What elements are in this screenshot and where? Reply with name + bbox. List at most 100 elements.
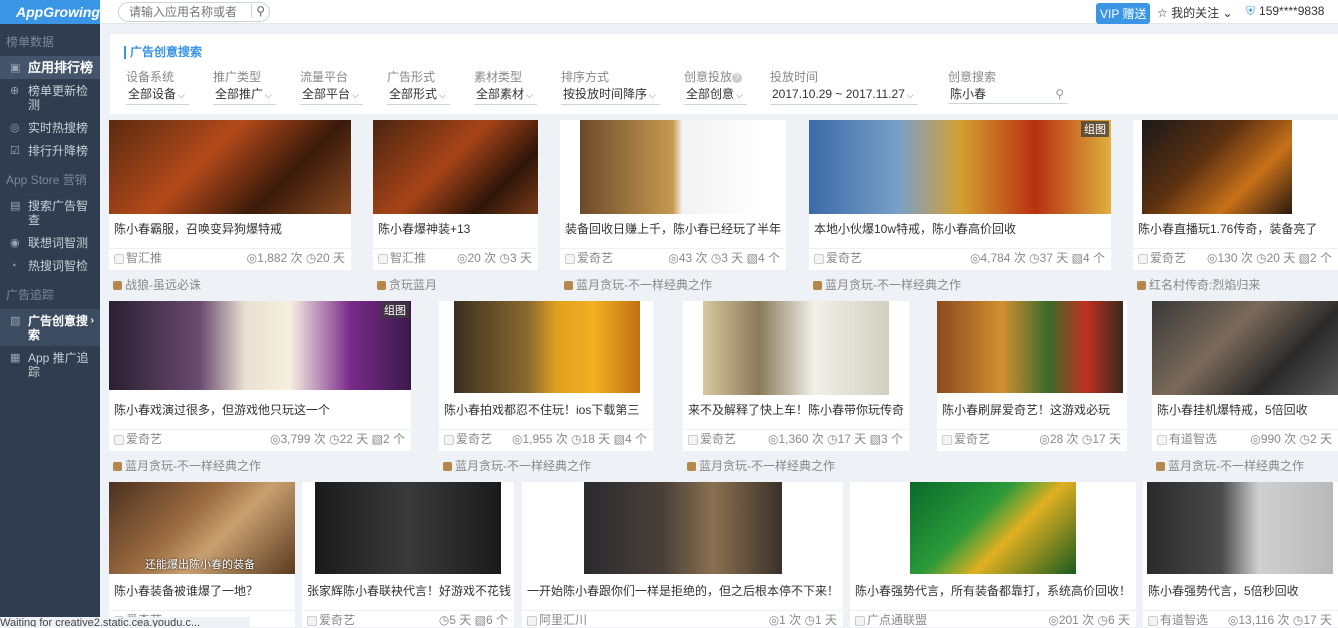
media-name: 广点通联盟 bbox=[867, 613, 928, 627]
select-value: 全部平台 bbox=[302, 87, 351, 101]
ad-caption[interactable]: 装备回收日赚上千，陈小春已经玩了半年 bbox=[560, 220, 786, 237]
sidebar-item-search-ads[interactable]: ▤ 搜索广告智查 bbox=[0, 194, 100, 231]
app-search-input[interactable] bbox=[129, 5, 249, 19]
ad-thumbnail[interactable]: 组图 bbox=[809, 120, 1111, 214]
ad-caption[interactable]: 陈小春霸服，召唤变异狗爆特戒 bbox=[109, 220, 351, 237]
sidebar-item-hot-words[interactable]: ◔ 热搜词智检 bbox=[0, 254, 100, 277]
ad-caption[interactable]: 陈小春强势代言，5倍秒回收 bbox=[1143, 582, 1338, 599]
chevron-right-icon: › bbox=[90, 315, 94, 326]
promo-type-select[interactable]: 全部推广 ⌵ bbox=[213, 86, 276, 105]
ad-card[interactable]: 组图 陈小春戏演过很多，但游戏他只玩这一个 爱奇艺 ◎3,799 次 ◷22 天… bbox=[109, 301, 411, 451]
ad-thumbnail[interactable] bbox=[109, 120, 351, 214]
ad-card[interactable]: 陈小春直播玩1.76传奇，装备亮了 爱奇艺 ◎130 次 ◷20 天 ▧2 个 bbox=[1133, 120, 1338, 270]
grid-icon: ▣ bbox=[10, 62, 21, 74]
ad-thumbnail[interactable] bbox=[1142, 120, 1292, 214]
app-link[interactable]: 蓝月贪玩-不一样经典之作 bbox=[813, 276, 1111, 293]
ad-card[interactable]: 来不及解释了快上车！陈小春带你玩传奇 爱奇艺 ◎1,360 次 ◷17 天 ▧3… bbox=[683, 301, 909, 451]
ad-thumbnail[interactable] bbox=[580, 120, 766, 214]
ad-card[interactable]: 陈小春强势代言，所有装备都靠打，系统高价回收！ 广点通联盟 ◎201 次 ◷6 … bbox=[850, 482, 1136, 627]
ad-caption[interactable]: 陈小春装备被谁爆了一地？ bbox=[109, 582, 295, 599]
sidebar-item-ranking-update[interactable]: ⊕ 榜单更新检测 bbox=[0, 79, 100, 116]
my-follow-menu[interactable]: ☆ 我的关注 ⌄ bbox=[1157, 4, 1233, 21]
ad-card[interactable]: 张家辉陈小春联袂代言！好游戏不花钱 爱奇艺 ◷5 天 ▧6 个 bbox=[302, 482, 514, 627]
sidebar-item-associated-words[interactable]: ◉ 联想词智测 bbox=[0, 231, 100, 254]
date-range-picker[interactable]: 2017.10.29 ~ 2017.11.27 ⌵ bbox=[770, 86, 918, 105]
shield-icon: ⛨ bbox=[1246, 4, 1256, 18]
creative-search-input[interactable]: 陈小春 ⚲ bbox=[948, 86, 1068, 104]
ad-caption[interactable]: 陈小春强势代言，所有装备都靠打，系统高价回收！ bbox=[850, 582, 1136, 599]
search-icon[interactable]: ⚲ bbox=[251, 4, 265, 18]
ad-caption[interactable]: 一开始陈小春跟你们一样是拒绝的，但之后根本停不下来！ bbox=[522, 582, 843, 599]
sidebar-item-rank-change[interactable]: ☑ 排行升降榜 bbox=[0, 139, 100, 162]
ad-caption[interactable]: 陈小春戏演过很多，但游戏他只玩这一个 bbox=[109, 401, 411, 418]
device-select[interactable]: 全部设备 ⌵ bbox=[126, 86, 189, 105]
ad-card[interactable]: 还能爆出陈小春的装备 陈小春装备被谁爆了一地？ 爱奇艺 bbox=[109, 482, 295, 627]
ad-thumbnail[interactable]: 组图 bbox=[109, 301, 411, 390]
ad-thumbnail[interactable] bbox=[584, 482, 782, 574]
ad-thumbnail[interactable] bbox=[315, 482, 501, 574]
ad-thumbnail[interactable] bbox=[373, 120, 538, 214]
app-icon bbox=[113, 462, 122, 471]
app-link[interactable]: 蓝月贪玩-不一样经典之作 bbox=[687, 457, 909, 474]
sidebar-item-label: 榜单更新检测 bbox=[28, 84, 89, 112]
ad-card[interactable]: 一开始陈小春跟你们一样是拒绝的，但之后根本停不下来！ 阿里汇川 ◎1 次 ◷1 … bbox=[522, 482, 843, 627]
ad-card[interactable]: 陈小春霸服，召唤变异狗爆特戒 智汇推 ◎1,882 次 ◷20 天 bbox=[109, 120, 351, 270]
ad-caption[interactable]: 本地小伙爆10w特戒，陈小春高价回收 bbox=[809, 220, 1111, 237]
search-value: 陈小春 bbox=[950, 87, 987, 101]
app-link[interactable]: 蓝月贪玩-不一样经典之作 bbox=[443, 457, 653, 474]
media-platform: 爱奇艺 bbox=[307, 611, 355, 628]
platform-select[interactable]: 全部平台 ⌵ bbox=[300, 86, 363, 105]
media-platform: 爱奇艺 bbox=[1138, 249, 1186, 266]
ad-caption[interactable]: 张家辉陈小春联袂代言！好游戏不花钱 bbox=[302, 582, 514, 599]
ad-card[interactable]: 陈小春拍戏都忍不住玩！ios下载第三 爱奇艺 ◎1,955 次 ◷18 天 ▧4… bbox=[439, 301, 653, 451]
ad-thumbnail[interactable] bbox=[1152, 301, 1338, 395]
creative-select[interactable]: 全部创意 ⌵ bbox=[684, 86, 747, 105]
target-icon: ◎ bbox=[10, 122, 20, 134]
ad-card[interactable]: 陈小春挂机爆特戒，5倍回收 有道智选 ◎990 次 ◷2 天 bbox=[1152, 301, 1338, 451]
ad-format-select[interactable]: 全部形式 ⌵ bbox=[387, 86, 450, 105]
app-logo[interactable]: AppGrowing bbox=[0, 0, 100, 24]
clock-icon: ◔ bbox=[10, 260, 17, 272]
media-name: 爱奇艺 bbox=[700, 432, 737, 446]
ad-caption[interactable]: 陈小春刷屏爱奇艺！这游戏必玩 bbox=[937, 401, 1127, 418]
ad-stats: ◎1 次 ◷1 天 bbox=[768, 613, 837, 627]
chevron-down-icon: ⌵ bbox=[736, 90, 743, 100]
ad-card[interactable]: 陈小春强势代言，5倍秒回收 有道智选 ◎13,116 次 ◷17 天 bbox=[1143, 482, 1338, 627]
filter-date-range: 投放时间 2017.10.29 ~ 2017.11.27 ⌵ bbox=[770, 70, 918, 105]
ad-caption[interactable]: 陈小春直播玩1.76传奇，装备亮了 bbox=[1133, 220, 1338, 237]
sidebar-item-ad-creative-search[interactable]: ▧ 广告创意搜索 › bbox=[0, 309, 100, 346]
app-link[interactable]: 蓝月贪玩-不一样经典之作 bbox=[1156, 457, 1338, 474]
search-icon[interactable]: ⚲ bbox=[1055, 87, 1064, 102]
app-link[interactable]: 蓝月贪玩-不一样经典之作 bbox=[113, 457, 411, 474]
ad-caption[interactable]: 陈小春挂机爆特戒，5倍回收 bbox=[1152, 401, 1338, 418]
material-type-select[interactable]: 全部素材 ⌵ bbox=[474, 86, 537, 105]
ad-thumbnail[interactable] bbox=[1147, 482, 1333, 574]
ad-card[interactable]: 装备回收日赚上千，陈小春已经玩了半年 爱奇艺 ◎43 次 ◷3 天 ▧4 个 bbox=[560, 120, 786, 270]
ad-card[interactable]: 陈小春爆神装+13 智汇推 ◎20 次 ◷3 天 bbox=[373, 120, 538, 270]
user-account-menu[interactable]: ⛨ 159****9838 bbox=[1246, 4, 1324, 19]
app-link[interactable]: 红名村传奇:烈焰归来 bbox=[1137, 276, 1337, 293]
sidebar-item-app-promo-tracking[interactable]: ▦ App 推广追踪 bbox=[0, 346, 100, 383]
sort-select[interactable]: 按投放时间降序 ⌵ bbox=[561, 86, 660, 105]
app-link[interactable]: 贪玩蓝月 bbox=[377, 276, 537, 293]
sidebar-item-app-ranking[interactable]: ▣ 应用排行榜 bbox=[0, 56, 100, 79]
ad-caption[interactable]: 陈小春爆神装+13 bbox=[373, 220, 538, 237]
vip-gift-button[interactable]: VIP 赠送 bbox=[1096, 3, 1151, 24]
ad-thumbnail[interactable] bbox=[703, 301, 889, 395]
ad-thumbnail[interactable] bbox=[937, 301, 1123, 393]
filter-label: 设备系统 bbox=[126, 70, 175, 84]
sidebar-item-realtime-hot[interactable]: ◎ 实时热搜榜 bbox=[0, 116, 100, 139]
ad-thumbnail[interactable] bbox=[454, 301, 640, 393]
app-name: 蓝月贪玩-不一样经典之作 bbox=[825, 278, 961, 292]
ad-caption[interactable]: 陈小春拍戏都忍不住玩！ios下载第三 bbox=[439, 401, 653, 418]
help-icon[interactable]: ? bbox=[732, 72, 743, 83]
app-link[interactable]: 蓝月贪玩-不一样经典之作 bbox=[564, 276, 786, 293]
app-link[interactable]: 战狼-虽远必诛 bbox=[113, 276, 351, 293]
ad-thumbnail[interactable] bbox=[910, 482, 1076, 574]
filter-panel: 广告创意搜索 设备系统 全部设备 ⌵ 推广类型 全部推广 ⌵ 流量平台 全部平台 ⌵ … bbox=[110, 34, 1338, 114]
ad-card[interactable]: 组图 本地小伙爆10w特戒，陈小春高价回收 爱奇艺 ◎4,784 次 ◷37 天… bbox=[809, 120, 1111, 270]
ad-card[interactable]: 陈小春刷屏爱奇艺！这游戏必玩 爱奇艺 ◎28 次 ◷17 天 bbox=[937, 301, 1127, 451]
ad-meta: 爱奇艺 ◎43 次 ◷3 天 ▧4 个 bbox=[560, 248, 786, 266]
ad-thumbnail[interactable]: 还能爆出陈小春的装备 bbox=[109, 482, 295, 574]
ad-caption[interactable]: 来不及解释了快上车！陈小春带你玩传奇 bbox=[683, 401, 909, 418]
